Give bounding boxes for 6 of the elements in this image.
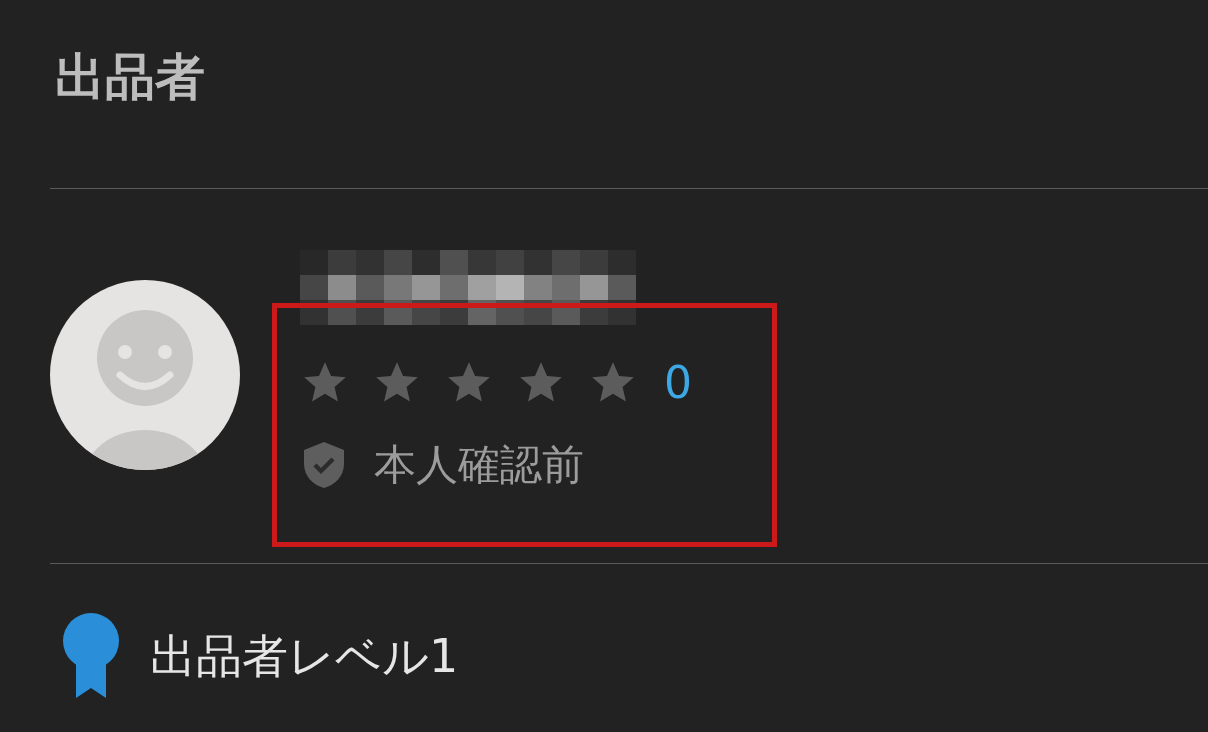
section-title: 出品者 [55,52,205,102]
verification-status: 本人確認前 [374,444,584,486]
ribbon-badge-icon [62,612,120,700]
rating-count[interactable]: 0 [664,361,692,405]
seller-level: 出品者レベル1 [150,633,459,679]
avatar-icon [50,280,240,470]
